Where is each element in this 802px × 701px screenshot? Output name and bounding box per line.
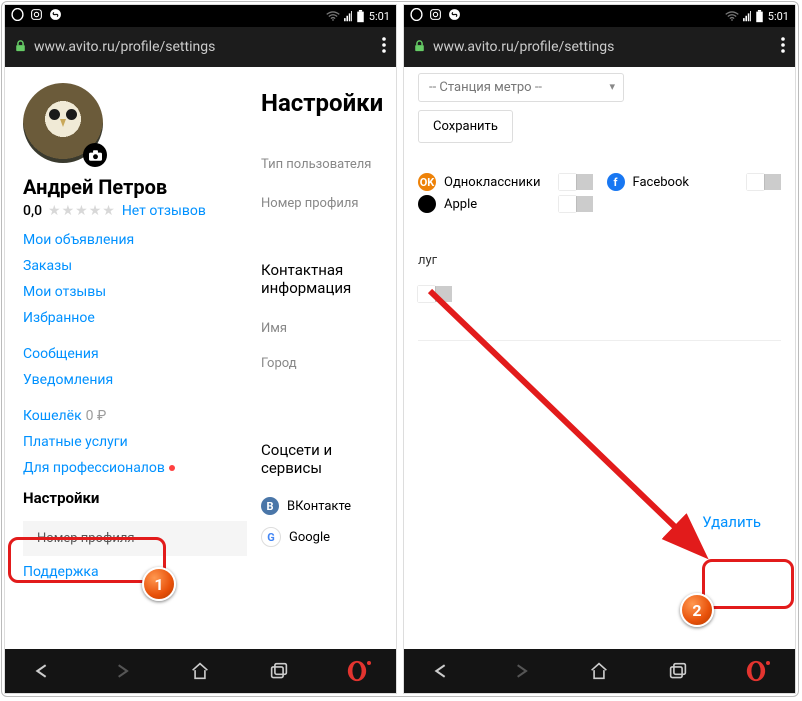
browser-bottom-bar (404, 649, 795, 693)
apple-icon (418, 195, 436, 213)
label-name: Имя (261, 311, 396, 346)
rating-value: 0,0 (23, 203, 42, 219)
profile-number-label: Номер профиля (37, 531, 135, 546)
social-toggle-grid: OKОдноклассники fFacebook Apple (418, 173, 781, 213)
url-text: www.avito.ru/profile/settings (34, 39, 215, 55)
google-icon: G (261, 527, 281, 547)
clock: 5:01 (768, 10, 789, 23)
opera-mini-icon (11, 8, 24, 24)
vk-icon: B (261, 497, 279, 515)
shazam-icon (49, 8, 62, 24)
opera-mini-icon (410, 8, 423, 24)
toggle-apple[interactable] (559, 196, 593, 212)
ok-icon: OK (418, 173, 436, 191)
social-apple: Apple (418, 195, 545, 213)
metro-select[interactable]: -- Станция метро -- (418, 73, 624, 102)
wifi-icon (326, 11, 340, 22)
lock-icon (414, 40, 425, 55)
section-social: Соцсети и сервисы (261, 421, 396, 491)
social-google[interactable]: GGoogle (261, 521, 396, 553)
nav-forward-icon (509, 659, 533, 683)
delete-button[interactable]: Удалить (688, 505, 775, 539)
settings-partial: Настройки Тип пользователя Номер профиля… (247, 67, 396, 649)
camera-icon[interactable] (83, 143, 107, 167)
red-dot-icon (169, 465, 175, 471)
nav-opera-icon[interactable] (345, 659, 369, 683)
rating-stars: ★★★★★ (48, 203, 116, 219)
nav-forward-icon (110, 659, 134, 683)
toggle-ok[interactable] (559, 174, 593, 190)
nav-tabs-icon[interactable] (267, 659, 291, 683)
nav-tabs-icon[interactable] (666, 659, 690, 683)
status-bar: 5:01 (5, 5, 396, 27)
wifi-icon (725, 11, 739, 22)
status-bar: 5:01 (404, 5, 795, 27)
menu-dots-icon[interactable] (382, 37, 386, 57)
browser-bottom-bar (5, 649, 396, 693)
no-reviews-link[interactable]: Нет отзывов (122, 203, 206, 219)
facebook-icon: f (607, 173, 625, 191)
social-fb: fFacebook (607, 173, 734, 191)
nav-home-icon[interactable] (188, 659, 212, 683)
nav-home-icon[interactable] (587, 659, 611, 683)
signal-icon (743, 11, 751, 22)
toggle-fb[interactable] (747, 174, 781, 190)
url-text: www.avito.ru/profile/settings (433, 39, 614, 55)
divider (418, 340, 781, 341)
nav-back-icon[interactable] (431, 659, 455, 683)
annotation-marker-2: 2 (680, 593, 714, 627)
social-ok: OKОдноклассники (418, 173, 545, 191)
label-user-type: Тип пользователя (261, 147, 396, 182)
lock-icon (15, 40, 26, 55)
nav-opera-icon[interactable] (744, 659, 768, 683)
shazam-icon (448, 8, 461, 24)
url-bar[interactable]: www.avito.ru/profile/settings (5, 27, 396, 67)
menu-dots-icon[interactable] (781, 37, 785, 57)
toggle-services[interactable] (418, 286, 452, 302)
save-button[interactable]: Сохранить (418, 110, 513, 143)
battery-icon (356, 10, 365, 23)
instagram-icon (30, 8, 43, 24)
section-contact: Контактная информация (261, 241, 396, 311)
label-profile-num: Номер профиля (261, 182, 396, 241)
page-title: Настройки (261, 89, 396, 117)
social-vk[interactable]: BВКонтакте (261, 491, 396, 521)
battery-icon (755, 10, 764, 23)
annotation-marker-1: 1 (142, 567, 176, 601)
clock: 5:01 (369, 10, 390, 23)
nav-back-icon[interactable] (32, 659, 56, 683)
signal-icon (344, 11, 352, 22)
services-label-partial: луг (418, 213, 781, 278)
page-content-left: Андрей Петров 0,0 ★★★★★ Нет отзывов Мои … (5, 67, 396, 649)
url-bar[interactable]: www.avito.ru/profile/settings (404, 27, 795, 67)
label-city: Город (261, 346, 396, 421)
screenshot-right: 5:01 www.avito.ru/profile/settings -- Ст… (404, 5, 795, 693)
page-content-right: -- Станция метро -- Сохранить OKОдноклас… (404, 67, 795, 649)
screenshot-left: 5:01 www.avito.ru/profile/settings Андр (5, 5, 396, 693)
instagram-icon (429, 8, 442, 24)
